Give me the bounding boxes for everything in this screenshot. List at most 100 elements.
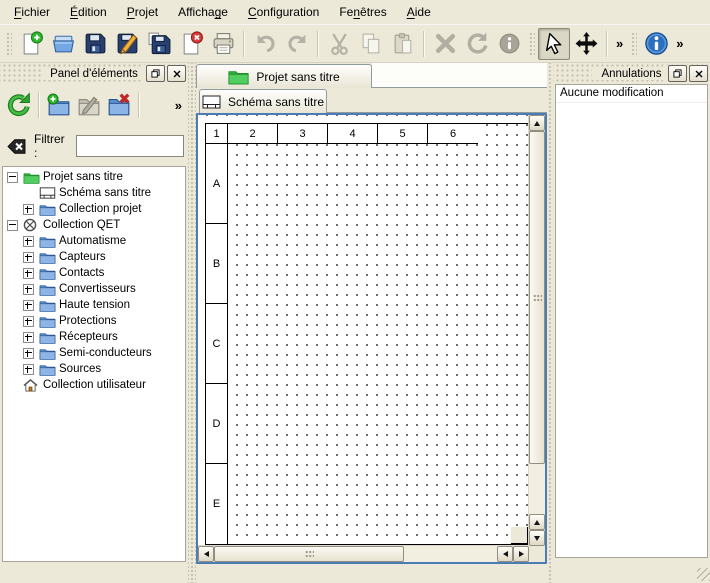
select-mode-button[interactable]: [538, 28, 570, 60]
close-panel-button[interactable]: [689, 65, 708, 82]
float-panel-button[interactable]: [146, 65, 165, 82]
tree-item[interactable]: Capteurs: [3, 249, 185, 265]
expander-plus-icon[interactable]: [23, 332, 34, 343]
scroll-right-button[interactable]: [513, 546, 529, 562]
size-grip[interactable]: [697, 568, 710, 581]
reload-collections-button[interactable]: [4, 90, 34, 120]
save-button[interactable]: [79, 28, 111, 60]
move-mode-button[interactable]: [570, 28, 602, 60]
tree-item[interactable]: Récepteurs: [3, 329, 185, 345]
open-button[interactable]: [47, 28, 79, 60]
edit-category-button[interactable]: [74, 90, 104, 120]
clear-filter-icon[interactable]: [6, 138, 27, 155]
filter-input[interactable]: [76, 135, 184, 157]
about-qet-button[interactable]: [640, 28, 672, 60]
frame-corner-cell: [511, 527, 528, 544]
tree-item[interactable]: Semi-conducteurs: [3, 345, 185, 361]
horizontal-scroll-thumb[interactable]: [214, 546, 404, 562]
close-file-button[interactable]: [175, 28, 207, 60]
home-icon: [23, 379, 43, 392]
expander-plus-icon[interactable]: [23, 364, 34, 375]
tree-item[interactable]: Projet sans titre: [3, 169, 185, 185]
conductor-info-button[interactable]: [493, 28, 525, 60]
scroll-left-button[interactable]: [198, 546, 214, 562]
project-tab[interactable]: Projet sans titre: [196, 64, 372, 88]
save-all-button[interactable]: [143, 28, 175, 60]
menu-affichage[interactable]: Affichage: [168, 2, 238, 22]
expander-plus-icon[interactable]: [23, 348, 34, 359]
tree-item[interactable]: Sources: [3, 361, 185, 377]
drawing-area[interactable]: [228, 144, 528, 544]
expander-minus-icon[interactable]: [7, 172, 18, 183]
copy-button[interactable]: [355, 28, 387, 60]
paste-button[interactable]: [387, 28, 419, 60]
expander-plus-icon[interactable]: [23, 268, 34, 279]
horizontal-scrollbar[interactable]: [198, 545, 529, 562]
schema-tab[interactable]: Schéma sans titre: [199, 89, 327, 113]
expander-minus-icon[interactable]: [7, 220, 18, 231]
expander-plus-icon[interactable]: [23, 316, 34, 327]
menu-dition[interactable]: Édition: [60, 2, 117, 22]
scroll-up-button[interactable]: [529, 115, 545, 131]
diagram-view[interactable]: 123456ABCDE: [196, 113, 547, 564]
tree-item[interactable]: Collection utilisateur: [3, 377, 185, 393]
delete-category-button[interactable]: [104, 90, 134, 120]
save-as-button[interactable]: [111, 28, 143, 60]
elements-panel-titlebar[interactable]: Panel d'éléments: [0, 63, 188, 84]
tree-item[interactable]: Protections: [3, 313, 185, 329]
undo-list[interactable]: Aucune modification: [555, 84, 708, 558]
toolbar-overflow-button-2[interactable]: »: [672, 36, 687, 51]
scroll-left-button-2[interactable]: [497, 546, 513, 562]
menu-configuration[interactable]: Configuration: [238, 2, 329, 22]
tree-item[interactable]: Collection QET: [3, 217, 185, 233]
print-button[interactable]: [207, 28, 239, 60]
left-splitter[interactable]: [188, 63, 196, 583]
new-document-button[interactable]: [15, 28, 47, 60]
diagram-canvas[interactable]: 123456ABCDE: [198, 115, 529, 546]
undo-panel-title: Annulations: [592, 68, 670, 80]
tree-item[interactable]: Contacts: [3, 265, 185, 281]
expander-plus-icon[interactable]: [23, 300, 34, 311]
panel-overflow-button[interactable]: »: [171, 98, 186, 113]
tree-item[interactable]: Schéma sans titre: [3, 185, 185, 201]
expander-plus-icon[interactable]: [23, 252, 34, 263]
undo-button[interactable]: [249, 28, 281, 60]
tree-item-label: Automatisme: [59, 235, 126, 247]
toolbar-handle[interactable]: [630, 31, 637, 57]
vertical-scroll-thumb[interactable]: [529, 131, 545, 464]
tree-item-label: Collection utilisateur: [43, 379, 146, 391]
tree-item[interactable]: Collection projet: [3, 201, 185, 217]
menu-projet[interactable]: Projet: [117, 2, 168, 22]
tree-item-label: Semi-conducteurs: [59, 347, 152, 359]
close-panel-button[interactable]: [167, 65, 186, 82]
toolbar-handle[interactable]: [5, 31, 12, 57]
expander-plus-icon[interactable]: [23, 284, 34, 295]
menu-fichier[interactable]: Fichier: [4, 2, 60, 22]
undo-panel-titlebar[interactable]: Annulations: [553, 63, 710, 84]
float-panel-button[interactable]: [668, 65, 687, 82]
delete-button[interactable]: [429, 28, 461, 60]
menu-aide[interactable]: Aide: [397, 2, 441, 22]
move-icon: [574, 31, 599, 56]
rotate-button[interactable]: [461, 28, 493, 60]
toolbar-handle[interactable]: [528, 31, 535, 57]
undo-list-item[interactable]: Aucune modification: [556, 85, 707, 103]
blue-folder-icon: [39, 283, 59, 296]
vertical-scrollbar[interactable]: [528, 115, 545, 546]
scroll-down-button[interactable]: [529, 530, 545, 546]
schema-icon: [39, 187, 59, 199]
elements-panel-toolbar: »: [0, 84, 188, 124]
menu-fentres[interactable]: Fenêtres: [329, 2, 396, 22]
tree-item[interactable]: Automatisme: [3, 233, 185, 249]
column-header-5: 5: [378, 124, 428, 144]
tree-item[interactable]: Haute tension: [3, 297, 185, 313]
redo-button[interactable]: [281, 28, 313, 60]
cut-button[interactable]: [323, 28, 355, 60]
tree-item[interactable]: Convertisseurs: [3, 281, 185, 297]
expander-plus-icon[interactable]: [23, 236, 34, 247]
new-category-button[interactable]: [44, 90, 74, 120]
mdi-area: Projet sans titre Schéma sans titre 1234…: [196, 63, 547, 583]
scroll-up-button-2[interactable]: [529, 514, 545, 530]
toolbar-overflow-button[interactable]: »: [612, 36, 627, 51]
expander-plus-icon[interactable]: [23, 204, 34, 215]
